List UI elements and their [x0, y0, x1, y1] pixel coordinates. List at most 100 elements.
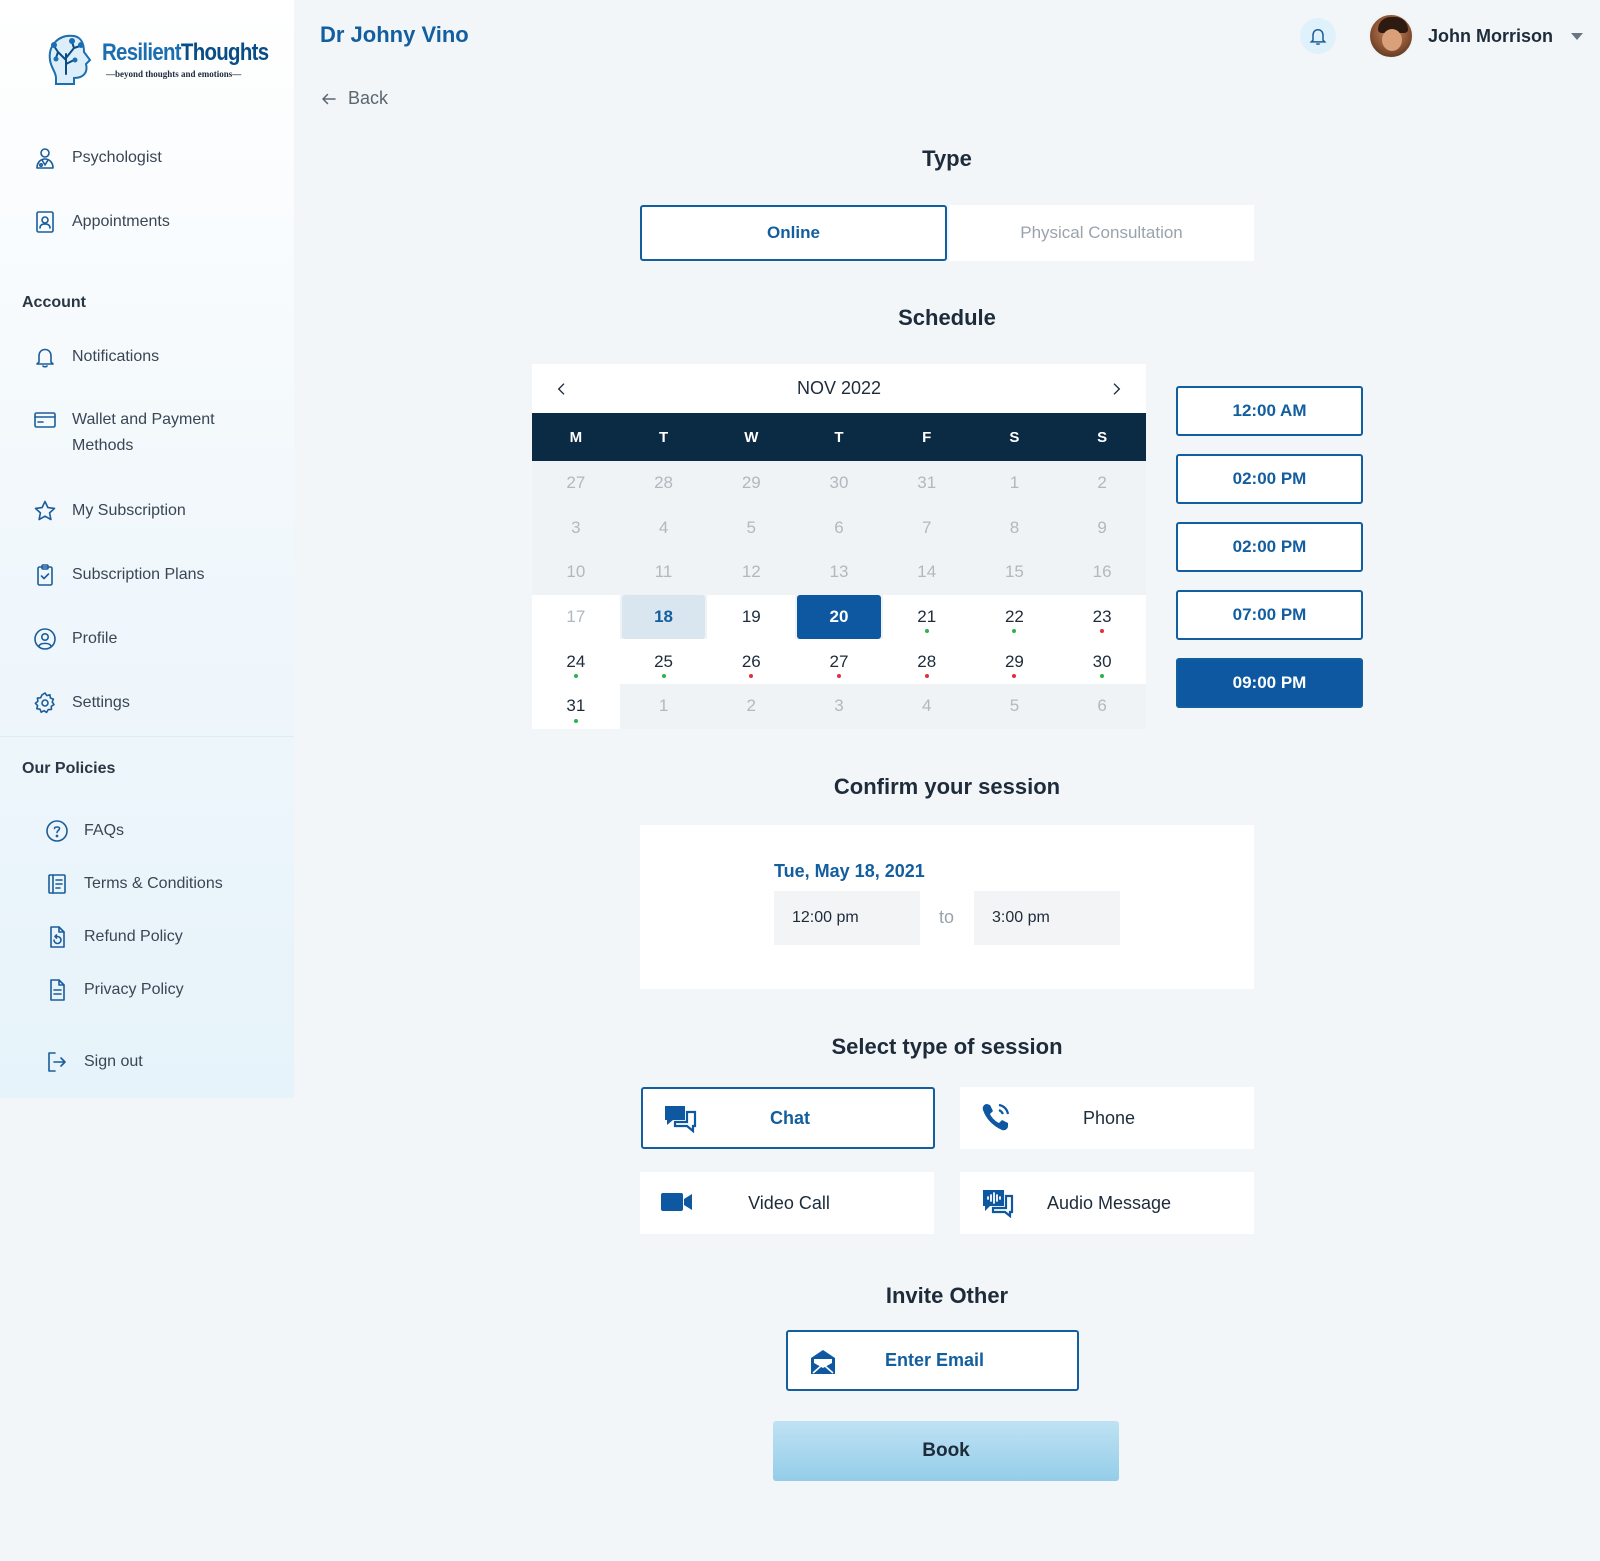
end-time-field[interactable]: 3:00 pm	[974, 891, 1120, 945]
calendar-day[interactable]: 22	[970, 594, 1059, 640]
calendar-day[interactable]: 29	[970, 639, 1059, 684]
to-label: to	[939, 907, 955, 927]
calendar-day[interactable]: 19	[707, 594, 796, 640]
sign-out-button[interactable]: Sign out	[44, 1049, 143, 1075]
sidebar-item-psychologist[interactable]: Psychologist	[32, 145, 162, 171]
available-dot	[1100, 673, 1105, 678]
sidebar-item-label: My Subscription	[72, 502, 186, 519]
calendar-day[interactable]: 24	[532, 639, 620, 684]
weekday-label: T	[658, 428, 669, 446]
calendar-day[interactable]: 25	[619, 639, 708, 684]
notification-button[interactable]	[1300, 18, 1336, 54]
calendar-day-selected[interactable]: 20	[797, 594, 881, 640]
weekday-label: S	[1009, 428, 1020, 446]
session-phone-button[interactable]: Phone	[960, 1087, 1254, 1149]
type-physical-button[interactable]: Physical Consultation	[949, 205, 1254, 261]
time-slot-selected[interactable]: 09:00 PM	[1176, 658, 1363, 708]
sidebar-item-label: Wallet and Payment Methods	[72, 411, 215, 454]
sidebar-item-appointments[interactable]: Appointments	[32, 209, 170, 235]
calendar-day: 27	[566, 473, 586, 493]
sidebar-item-settings[interactable]: Settings	[32, 690, 130, 716]
session-video-button[interactable]: Video Call	[640, 1172, 934, 1234]
video-icon	[660, 1186, 694, 1218]
type-online-button[interactable]: Online	[640, 205, 947, 261]
start-time-field[interactable]: 12:00 pm	[774, 891, 920, 945]
calendar-day: 16	[1092, 562, 1112, 582]
sidebar-item-label: Notifications	[72, 348, 160, 365]
sidebar-item-subscription-plans[interactable]: Subscription Plans	[32, 562, 205, 588]
calendar-day: 2	[1097, 473, 1107, 493]
prev-month-button[interactable]	[550, 377, 574, 401]
calendar-day[interactable]: 30	[1058, 639, 1146, 684]
busy-dot	[836, 673, 841, 678]
clipboard-icon	[32, 562, 58, 588]
profile-icon	[32, 626, 58, 652]
month-label: NOV 2022	[796, 378, 882, 398]
session-chat-button[interactable]: Chat	[641, 1087, 935, 1149]
sidebar-item-refund-policy[interactable]: Refund Policy	[44, 924, 183, 950]
time-slot[interactable]: 02:00 PM	[1176, 522, 1363, 572]
next-month-button[interactable]	[1104, 377, 1128, 401]
user-menu[interactable]: John Morrison	[1368, 13, 1583, 59]
brand-name: ResilientThoughts	[102, 39, 269, 66]
account-section-title: Account	[22, 294, 86, 311]
book-button[interactable]: Book	[773, 1421, 1119, 1481]
time-slot[interactable]: 12:00 AM	[1176, 386, 1363, 436]
brand-tagline: —beyond thoughts and emotions—	[106, 69, 242, 79]
time-slot[interactable]: 02:00 PM	[1176, 454, 1363, 504]
sidebar-item-label: Refund Policy	[84, 928, 183, 945]
calendar-day[interactable]: 27	[795, 639, 883, 684]
sidebar-item-wallet[interactable]: Wallet and Payment Methods	[32, 407, 262, 459]
session-audio-message-button[interactable]: Audio Message	[960, 1172, 1254, 1234]
invite-title: Invite Other	[885, 1283, 1009, 1308]
sidebar-divider	[0, 736, 294, 737]
audio-message-icon	[980, 1186, 1014, 1219]
calendar: NOV 2022 M T W T F S S 27 28 29 30 31 1 …	[532, 364, 1146, 729]
calendar-day: 11	[654, 562, 673, 582]
session-type-title: Select type of session	[831, 1034, 1063, 1059]
busy-dot	[1100, 629, 1105, 634]
sidebar-item-profile[interactable]: Profile	[32, 626, 117, 652]
available-dot	[924, 629, 929, 634]
star-icon	[32, 498, 58, 524]
back-button[interactable]: Back	[320, 88, 388, 109]
sidebar-item-notifications[interactable]: Notifications	[32, 344, 159, 370]
busy-dot	[1012, 673, 1017, 678]
invite-email-field[interactable]	[786, 1330, 1079, 1391]
calendar-day[interactable]: 23	[1058, 594, 1146, 640]
calendar-day: 3	[834, 696, 844, 716]
sidebar-item-label: Settings	[72, 694, 130, 711]
calendar-day-today[interactable]: 18	[621, 594, 706, 640]
calendar-grid: 27 28 29 30 31 1 2 3 4 5 6 7 8 9 10 11 1…	[532, 461, 1146, 729]
arrow-left-icon	[322, 93, 336, 104]
brand-logo[interactable]: ResilientThoughts —beyond thoughts and e…	[44, 30, 298, 88]
calendar-day[interactable]: 28	[882, 639, 971, 684]
sidebar-item-label: FAQs	[84, 822, 125, 839]
mail-icon	[808, 1348, 838, 1376]
page-title: Dr Johny Vino	[320, 22, 469, 47]
calendar-day: 12	[741, 562, 761, 582]
weekday-label: T	[834, 428, 844, 446]
confirm-card: Tue, May 18, 2021 12:00 pm to 3:00 pm	[640, 825, 1254, 989]
question-icon	[44, 818, 70, 844]
sidebar-item-my-subscription[interactable]: My Subscription	[32, 498, 186, 524]
calendar-day[interactable]: 21	[882, 594, 971, 640]
gear-icon	[32, 690, 58, 716]
calendar-day[interactable]: 26	[707, 639, 796, 684]
calendar-header: NOV 2022	[532, 364, 1146, 413]
schedule-title: Schedule	[898, 305, 996, 330]
session-date: Tue, May 18, 2021	[774, 861, 925, 881]
available-dot	[661, 673, 666, 678]
calendar-day: 10	[566, 562, 586, 582]
calendar-day: 28	[654, 473, 674, 493]
weekday-label: S	[1097, 428, 1108, 446]
calendar-day[interactable]: 31	[532, 683, 620, 729]
time-slot[interactable]: 07:00 PM	[1176, 590, 1363, 640]
sidebar-item-faqs[interactable]: FAQs	[44, 818, 124, 844]
sidebar-item-privacy-policy[interactable]: Privacy Policy	[44, 977, 184, 1003]
privacy-icon	[44, 977, 70, 1003]
confirm-title: Confirm your session	[833, 774, 1061, 799]
sidebar-item-terms[interactable]: Terms & Conditions	[44, 871, 223, 897]
document-icon	[44, 871, 70, 897]
calendar-day: 4	[921, 696, 932, 716]
